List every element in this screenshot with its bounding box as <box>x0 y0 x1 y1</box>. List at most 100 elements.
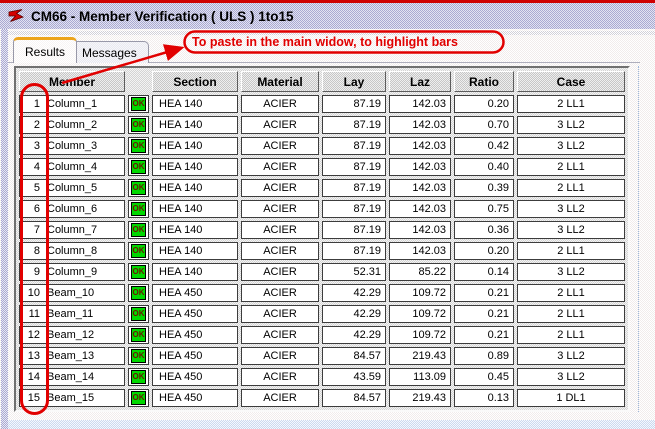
cell-member[interactable]: 14 Beam_14 <box>19 368 125 386</box>
cell-material[interactable]: ACIER <box>241 242 319 260</box>
cell-member[interactable]: 15 Beam_15 <box>19 389 125 407</box>
cell-case[interactable]: 2 LL1 <box>517 158 625 176</box>
cell-lay[interactable]: 87.19 <box>322 137 386 155</box>
cell-case[interactable]: 3 LL2 <box>517 137 625 155</box>
cell-laz[interactable]: 142.03 <box>389 221 451 239</box>
cell-case[interactable]: 3 LL2 <box>517 263 625 281</box>
cell-member[interactable]: 6 Column_6 <box>19 200 125 218</box>
cell-case[interactable]: 2 LL1 <box>517 95 625 113</box>
cell-section[interactable]: HEA 450 <box>152 347 238 365</box>
cell-material[interactable]: ACIER <box>241 284 319 302</box>
cell-ratio[interactable]: 0.89 <box>454 347 514 365</box>
cell-ratio[interactable]: 0.21 <box>454 305 514 323</box>
cell-status[interactable]: OK <box>128 242 149 260</box>
cell-member[interactable]: 10 Beam_10 <box>19 284 125 302</box>
cell-laz[interactable]: 142.03 <box>389 200 451 218</box>
cell-material[interactable]: ACIER <box>241 116 319 134</box>
cell-case[interactable]: 2 LL1 <box>517 179 625 197</box>
cell-material[interactable]: ACIER <box>241 305 319 323</box>
cell-laz[interactable]: 142.03 <box>389 116 451 134</box>
cell-material[interactable]: ACIER <box>241 368 319 386</box>
cell-case[interactable]: 2 LL1 <box>517 326 625 344</box>
cell-lay[interactable]: 87.19 <box>322 158 386 176</box>
cell-section[interactable]: HEA 140 <box>152 263 238 281</box>
cell-lay[interactable]: 84.57 <box>322 347 386 365</box>
cell-section[interactable]: HEA 450 <box>152 389 238 407</box>
cell-lay[interactable]: 42.29 <box>322 284 386 302</box>
cell-status[interactable]: OK <box>128 116 149 134</box>
cell-member[interactable]: 5 Column_5 <box>19 179 125 197</box>
cell-status[interactable]: OK <box>128 305 149 323</box>
cell-lay[interactable]: 42.29 <box>322 326 386 344</box>
cell-section[interactable]: HEA 140 <box>152 158 238 176</box>
cell-section[interactable]: HEA 450 <box>152 284 238 302</box>
cell-section[interactable]: HEA 450 <box>152 326 238 344</box>
cell-lay[interactable]: 87.19 <box>322 221 386 239</box>
cell-section[interactable]: HEA 140 <box>152 221 238 239</box>
cell-material[interactable]: ACIER <box>241 200 319 218</box>
cell-status[interactable]: OK <box>128 200 149 218</box>
cell-laz[interactable]: 109.72 <box>389 305 451 323</box>
cell-section[interactable]: HEA 140 <box>152 179 238 197</box>
cell-ratio[interactable]: 0.75 <box>454 200 514 218</box>
cell-member[interactable]: 2 Column_2 <box>19 116 125 134</box>
cell-material[interactable]: ACIER <box>241 137 319 155</box>
cell-lay[interactable]: 87.19 <box>322 95 386 113</box>
cell-status[interactable]: OK <box>128 263 149 281</box>
cell-laz[interactable]: 142.03 <box>389 95 451 113</box>
cell-section[interactable]: HEA 140 <box>152 137 238 155</box>
cell-material[interactable]: ACIER <box>241 263 319 281</box>
cell-lay[interactable]: 52.31 <box>322 263 386 281</box>
cell-ratio[interactable]: 0.20 <box>454 242 514 260</box>
cell-laz[interactable]: 142.03 <box>389 179 451 197</box>
cell-ratio[interactable]: 0.45 <box>454 368 514 386</box>
cell-ratio[interactable]: 0.36 <box>454 221 514 239</box>
cell-laz[interactable]: 142.03 <box>389 137 451 155</box>
cell-material[interactable]: ACIER <box>241 95 319 113</box>
cell-laz[interactable]: 109.72 <box>389 284 451 302</box>
cell-lay[interactable]: 43.59 <box>322 368 386 386</box>
cell-status[interactable]: OK <box>128 158 149 176</box>
cell-case[interactable]: 3 LL2 <box>517 200 625 218</box>
cell-member[interactable]: 9 Column_9 <box>19 263 125 281</box>
cell-case[interactable]: 2 LL1 <box>517 242 625 260</box>
cell-section[interactable]: HEA 140 <box>152 95 238 113</box>
titlebar[interactable]: CM66 - Member Verification ( ULS ) 1to15 <box>0 3 655 29</box>
cell-laz[interactable]: 113.09 <box>389 368 451 386</box>
cell-status[interactable]: OK <box>128 326 149 344</box>
cell-section[interactable]: HEA 140 <box>152 200 238 218</box>
cell-ratio[interactable]: 0.70 <box>454 116 514 134</box>
cell-status[interactable]: OK <box>128 179 149 197</box>
cell-status[interactable]: OK <box>128 389 149 407</box>
cell-case[interactable]: 3 LL2 <box>517 347 625 365</box>
cell-lay[interactable]: 87.19 <box>322 242 386 260</box>
cell-member[interactable]: 3 Column_3 <box>19 137 125 155</box>
cell-member[interactable]: 13 Beam_13 <box>19 347 125 365</box>
cell-status[interactable]: OK <box>128 284 149 302</box>
cell-member[interactable]: 7 Column_7 <box>19 221 125 239</box>
cell-member[interactable]: 8 Column_8 <box>19 242 125 260</box>
cell-laz[interactable]: 219.43 <box>389 389 451 407</box>
cell-member[interactable]: 4 Column_4 <box>19 158 125 176</box>
cell-lay[interactable]: 87.19 <box>322 179 386 197</box>
cell-ratio[interactable]: 0.14 <box>454 263 514 281</box>
cell-laz[interactable]: 85.22 <box>389 263 451 281</box>
cell-laz[interactable]: 109.72 <box>389 326 451 344</box>
cell-ratio[interactable]: 0.39 <box>454 179 514 197</box>
cell-laz[interactable]: 142.03 <box>389 242 451 260</box>
cell-status[interactable]: OK <box>128 95 149 113</box>
cell-status[interactable]: OK <box>128 347 149 365</box>
cell-case[interactable]: 2 LL1 <box>517 305 625 323</box>
tab-results[interactable]: Results <box>13 37 78 63</box>
cell-section[interactable]: HEA 140 <box>152 242 238 260</box>
cell-lay[interactable]: 87.19 <box>322 116 386 134</box>
cell-laz[interactable]: 219.43 <box>389 347 451 365</box>
cell-ratio[interactable]: 0.42 <box>454 137 514 155</box>
cell-case[interactable]: 3 LL2 <box>517 368 625 386</box>
cell-ratio[interactable]: 0.21 <box>454 326 514 344</box>
cell-lay[interactable]: 87.19 <box>322 200 386 218</box>
cell-material[interactable]: ACIER <box>241 347 319 365</box>
tab-messages[interactable]: Messages <box>70 41 149 63</box>
cell-member[interactable]: 1 Column_1 <box>19 95 125 113</box>
cell-material[interactable]: ACIER <box>241 326 319 344</box>
